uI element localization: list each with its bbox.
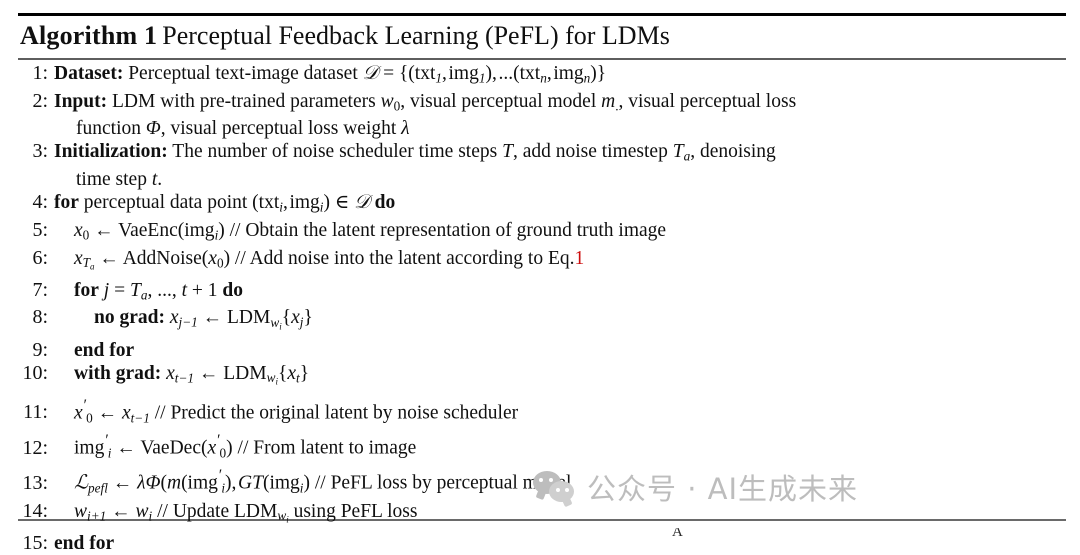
line-content: img′i ← VaeDec(x′0) // From latent to im… — [74, 432, 417, 461]
line-number: 12: — [22, 436, 48, 459]
line-number: 8: — [32, 306, 48, 329]
line-number: 1: — [32, 62, 48, 84]
line-number: 3: — [32, 140, 48, 163]
line-content: x0 ← VaeEnc(imgi) // Obtain the latent r… — [74, 219, 667, 243]
clipped-glyph: A — [672, 528, 683, 536]
line-number: 9: — [32, 338, 48, 361]
line-content: function Φ, visual perceptual loss weigh… — [76, 118, 410, 140]
algorithm-line: 7: for j = Ta, ..., t + 1 do — [18, 279, 1066, 307]
line-number: 2: — [32, 89, 48, 112]
algorithm-line: 8: no grad: xj−1 ← LDMwi{xj} — [18, 306, 1066, 338]
line-content: time step t. — [76, 169, 163, 191]
algorithm-line: 4: for perceptual data point (txti, imgi… — [18, 191, 1066, 219]
algorithm-line-continuation: function Φ, visual perceptual loss weigh… — [18, 117, 1066, 140]
algorithm-line: 11: x′0 ← xt−1 // Predict the original l… — [18, 394, 1066, 429]
watermark-text: 公众号 · AI生成未来 — [587, 472, 859, 506]
line-content: with grad: xt−1 ← LDMwi{xt} — [74, 362, 310, 387]
algorithm-line: 12: img′i ← VaeDec(x′0) // From latent t… — [18, 429, 1066, 464]
line-number: 13: — [22, 472, 48, 495]
line-number: 6: — [32, 246, 48, 269]
line-content: end for — [74, 339, 135, 361]
header-rule — [18, 58, 1066, 60]
line-content: no grad: xj−1 ← LDMwi{xj} — [94, 307, 313, 332]
wechat-watermark: 公众号 · AI生成未来 — [533, 466, 858, 508]
line-content: Input: LDM with pre-trained parameters w… — [54, 90, 797, 114]
line-number: 7: — [32, 278, 48, 301]
line-content: Initialization: The number of noise sche… — [54, 141, 776, 165]
equation-citation-link[interactable]: 1 — [575, 248, 585, 269]
line-number: 5: — [32, 218, 48, 241]
algorithm-line: 10: with grad: xt−1 ← LDMwi{xt} — [18, 362, 1066, 394]
wechat-icon — [533, 471, 577, 503]
algorithm-line: 9: end for — [18, 339, 1066, 362]
top-rule — [18, 13, 1066, 16]
algorithm-caption: Perceptual Feedback Learning (PeFL) for … — [162, 21, 670, 50]
line-number: 14: — [22, 499, 48, 522]
line-content: end for — [54, 532, 115, 554]
algorithm-line: 5: x0 ← VaeEnc(imgi) // Obtain the laten… — [18, 219, 1066, 247]
line-content: xTa ← AddNoise(x0) // Add noise into the… — [74, 247, 585, 272]
algorithm-block: Algorithm 1 Perceptual Feedback Learning … — [18, 0, 1066, 554]
line-content: x′0 ← xt−1 // Predict the original laten… — [74, 396, 519, 426]
line-number: 10: — [22, 361, 48, 384]
algorithm-line: 1: Dataset: Perceptual text-image datase… — [18, 62, 1066, 90]
line-number: 15: — [22, 531, 48, 554]
algorithm-line: 6: xTa ← AddNoise(x0) // Add noise into … — [18, 247, 1066, 279]
line-number: 11: — [23, 401, 48, 424]
algorithm-line: 15: end for — [18, 532, 1066, 555]
line-number: 4: — [32, 191, 48, 214]
line-content: for perceptual data point (txti, imgi) ∈… — [54, 192, 396, 215]
algorithm-line: 2: Input: LDM with pre-trained parameter… — [18, 90, 1066, 118]
algorithm-number: Algorithm 1 — [20, 21, 158, 50]
line-content: Dataset: Perceptual text-image dataset 𝒟… — [54, 63, 607, 86]
algorithm-title: Algorithm 1 Perceptual Feedback Learning … — [20, 19, 670, 53]
line-content: for j = Ta, ..., t + 1 do — [74, 279, 243, 303]
algorithm-line: 3: Initialization: The number of noise s… — [18, 140, 1066, 168]
algorithm-line-continuation: time step t. — [18, 168, 1066, 191]
